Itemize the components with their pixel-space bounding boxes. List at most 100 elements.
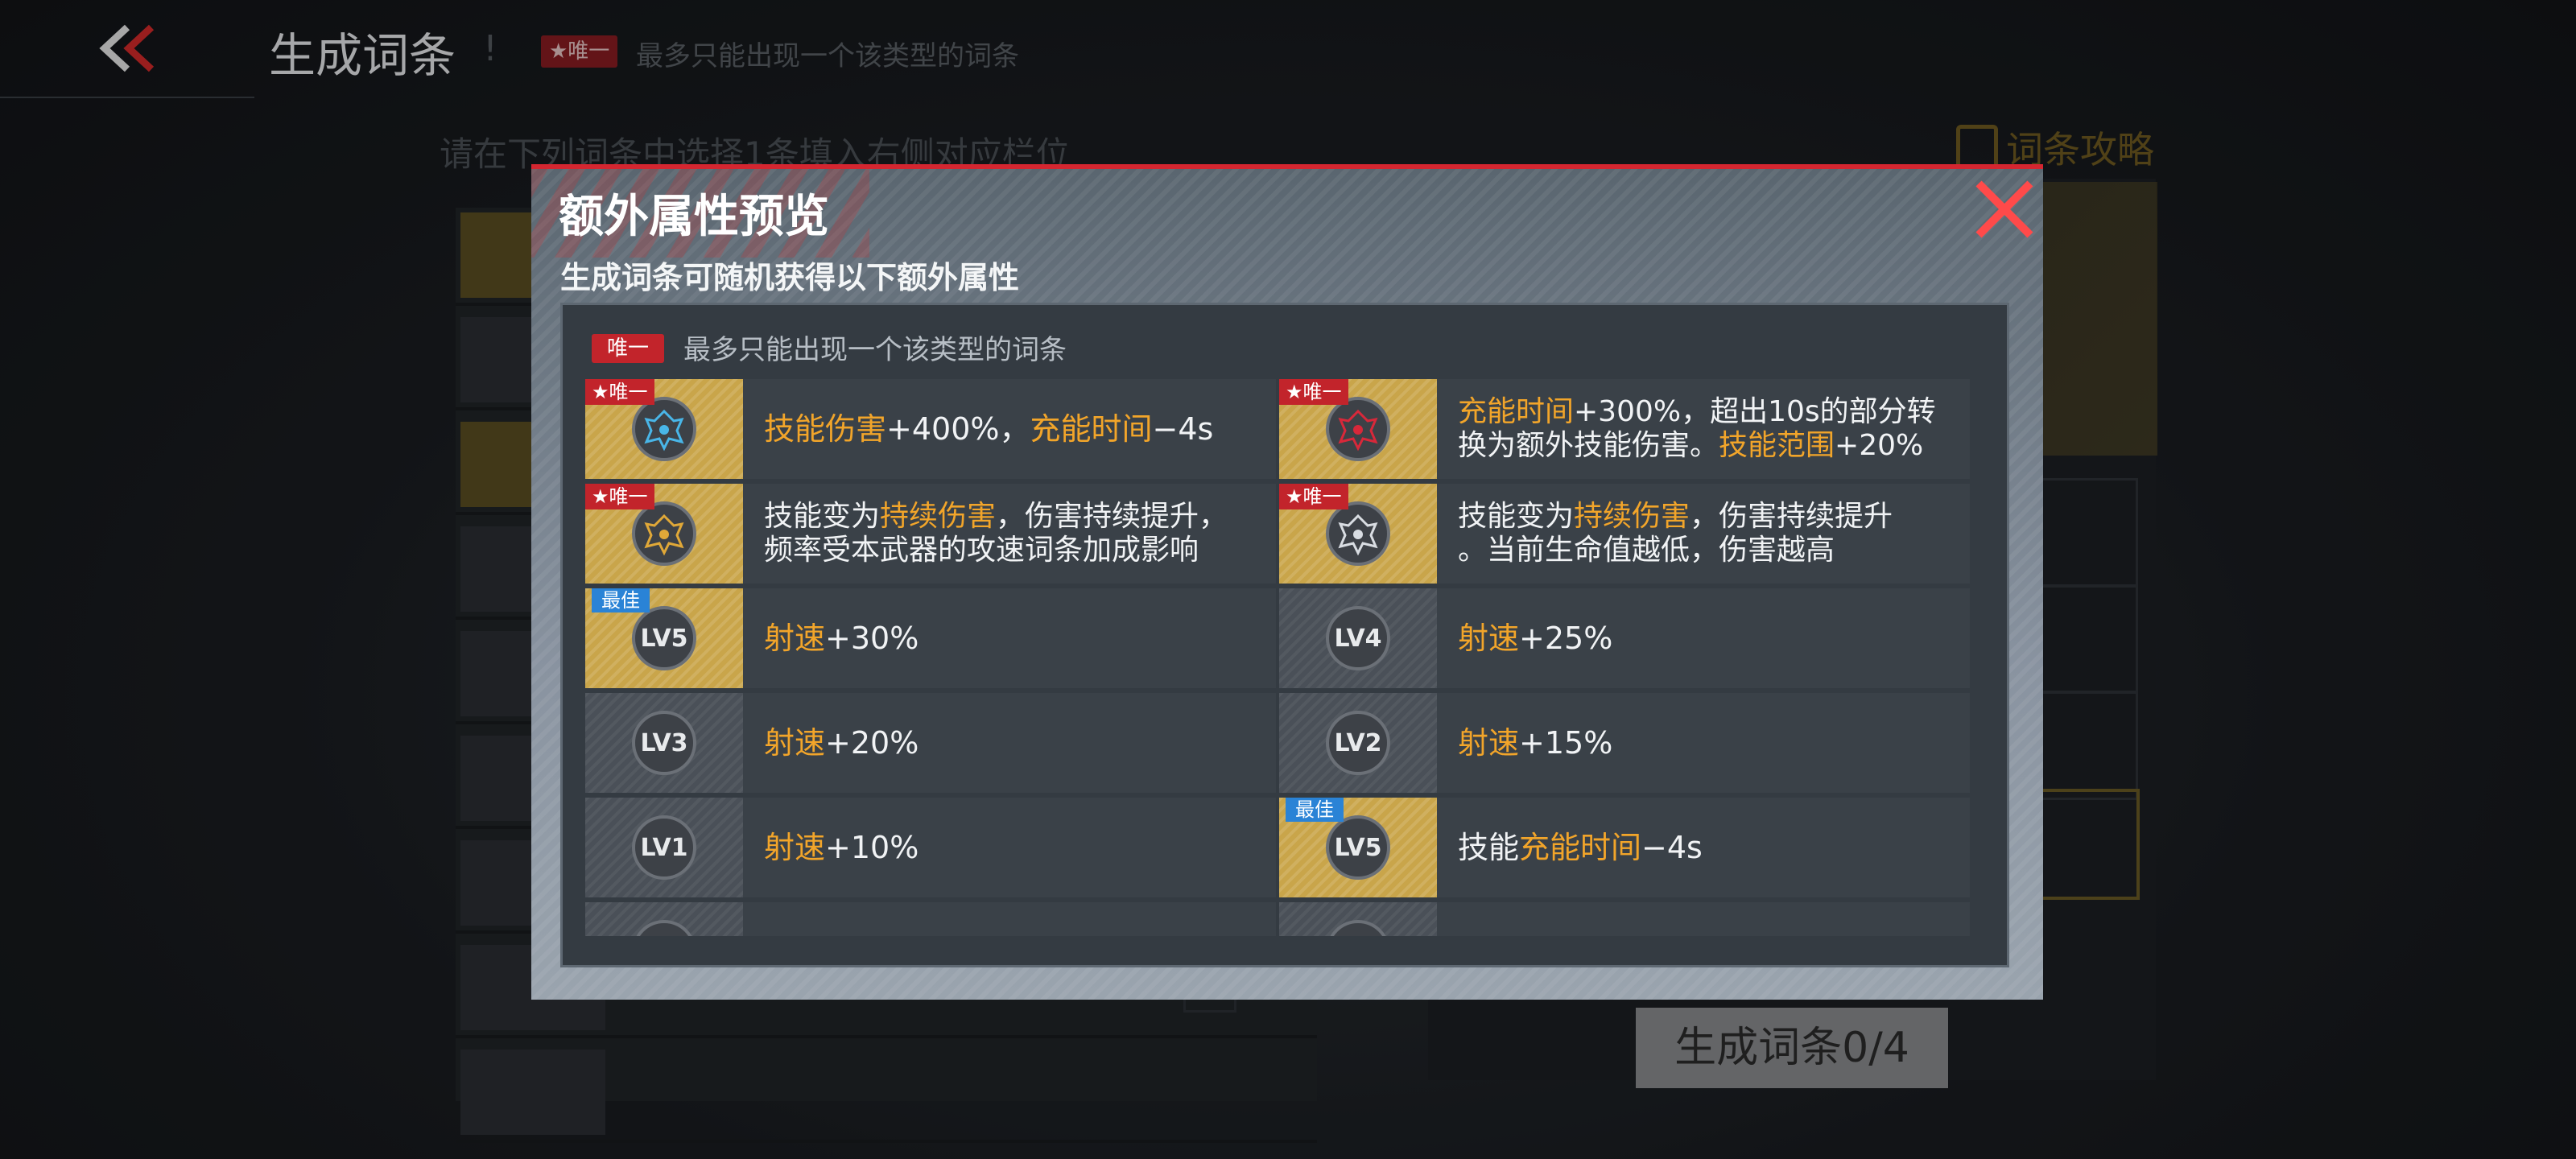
highlighted-term: 持续伤害 (880, 500, 997, 533)
attribute-cell[interactable]: LV3 射速+20% (585, 693, 1276, 793)
description-text: −4s (1641, 830, 1703, 865)
description-text: ，伤害持续提升 (1690, 500, 1893, 533)
attribute-icon-tile: LV1 (585, 798, 743, 897)
attribute-cell[interactable]: ★唯一 技能变为持续伤害，伤害持续提升 。当前生命值越低，伤害越高 (1279, 484, 1970, 584)
attribute-description: 技能伤害+400%，充能时间−4s (764, 379, 1263, 479)
unique-badge: ★唯一 (585, 484, 654, 509)
description-text: 技能 (764, 934, 825, 936)
level-label: LV1 (640, 833, 688, 862)
attributes-list-panel: 唯一 最多只能出现一个该类型的词条 ★唯一 技能伤害+400%，充能时间−4s ★唯… (560, 303, 2009, 967)
highlighted-term: 射速 (764, 621, 826, 656)
highlighted-term: 射速 (1458, 725, 1520, 761)
description-text: +300%，超出10s的部分转 (1574, 395, 1936, 428)
best-badge: 最佳 (592, 588, 650, 612)
description-line: 充能时间+300%，超出10s的部分转 (1458, 395, 1957, 429)
attribute-icon-tile: LV4 (585, 902, 743, 936)
description-text: +15% (1519, 725, 1613, 761)
attribute-description: 技能变为持续伤害，伤害持续提升， 频率受本武器的攻速词条加成影响 (764, 484, 1263, 584)
attribute-description: 射速+15% (1458, 693, 1957, 793)
spider-emblem-icon (1338, 514, 1378, 556)
description-line: 技能变为持续伤害，伤害持续提升， (764, 500, 1263, 534)
level-label: LV5 (1334, 833, 1382, 862)
level-icon: LV5 (632, 606, 696, 670)
best-badge: 最佳 (1286, 798, 1344, 822)
highlighted-term: 持续伤害 (1574, 500, 1690, 533)
highlighted-term: 充能时间 (1519, 934, 1641, 936)
description-text: −2s (1641, 934, 1703, 936)
description-line: 技能充能时间−2s (1458, 934, 1957, 936)
attribute-icon-tile: ★唯一 (1279, 379, 1437, 479)
description-text: +25% (1519, 621, 1613, 656)
attribute-description: 充能时间+300%，超出10s的部分转 换为额外技能伤害。技能范围+20% (1458, 379, 1957, 479)
description-line: 射速+25% (1458, 620, 1957, 657)
level-label: LV3 (640, 728, 688, 757)
highlighted-term: 充能时间 (1519, 830, 1642, 865)
attributes-grid[interactable]: ★唯一 技能伤害+400%，充能时间−4s ★唯一 充能时间+300%，超出10s的部… (585, 379, 1988, 936)
description-text: +10% (825, 830, 919, 865)
close-icon (1975, 180, 2033, 238)
attribute-cell[interactable]: LV5 最佳射速+30% (585, 588, 1276, 688)
attribute-cell[interactable]: LV2 射速+15% (1279, 693, 1970, 793)
attribute-cell[interactable]: ★唯一技能伤害+400%，充能时间−4s (585, 379, 1276, 479)
unique-badge: ★唯一 (1279, 379, 1348, 405)
description-text: +20% (825, 725, 919, 761)
description-text: +30% (825, 621, 919, 656)
attribute-description: 技能变为持续伤害，伤害持续提升 。当前生命值越低，伤害越高 (1458, 484, 1957, 584)
attribute-cell[interactable]: ★唯一 技能变为持续伤害，伤害持续提升， 频率受本武器的攻速词条加成影响 (585, 484, 1276, 584)
attribute-description: 技能充能时间−2s (1458, 902, 1957, 936)
description-text: −3s (947, 934, 1009, 936)
legend-text: 最多只能出现一个该类型的词条 (683, 334, 1067, 366)
attribute-description: 射速+10% (764, 798, 1263, 897)
red-sigil-icon (1338, 409, 1378, 452)
attribute-cell[interactable]: LV4 射速+25% (1279, 588, 1970, 688)
legend-unique-badge: 唯一 (592, 334, 664, 363)
attribute-icon-tile: LV3 (1279, 902, 1437, 936)
attribute-icon-tile: ★唯一 (1279, 484, 1437, 584)
description-line: 射速+15% (1458, 724, 1957, 761)
description-text: 技能变为 (764, 500, 881, 533)
attribute-cell[interactable]: LV3 技能充能时间−2s (1279, 902, 1970, 936)
attribute-description: 射速+30% (764, 588, 1263, 688)
attribute-icon-tile: LV4 (1279, 588, 1437, 688)
attribute-description: 技能充能时间−4s (1458, 798, 1957, 897)
highlighted-term: 射速 (764, 830, 826, 865)
level-icon: LV4 (632, 920, 696, 936)
attribute-description: 射速+25% (1458, 588, 1957, 688)
level-label: LV4 (1334, 624, 1382, 653)
unique-emblem-icon (1326, 501, 1390, 566)
description-line: 射速+20% (764, 724, 1263, 761)
attribute-icon-tile: LV3 (585, 693, 743, 793)
modal-subtitle: 生成词条可随机获得以下额外属性 (560, 260, 1020, 295)
description-text: 频率受本武器的攻速词条加成影响 (764, 534, 1199, 567)
mask-icon (644, 409, 684, 452)
attribute-cell[interactable]: ★唯一 充能时间+300%，超出10s的部分转 换为额外技能伤害。技能范围+20% (1279, 379, 1970, 479)
description-line: 射速+30% (764, 620, 1263, 657)
attribute-cell[interactable]: LV5 最佳 技能充能时间−4s (1279, 798, 1970, 897)
flame-emblem-icon (644, 514, 684, 556)
level-icon: LV3 (632, 711, 696, 775)
attribute-icon-tile: LV5 最佳 (585, 588, 743, 688)
unique-badge: ★唯一 (585, 379, 654, 405)
description-text: 技能 (1458, 934, 1519, 936)
extra-attributes-modal: 额外属性预览 生成词条可随机获得以下额外属性 唯一 最多只能出现一个该类型的词条… (531, 164, 2043, 1000)
attribute-cell[interactable]: LV4 技能充能时间−3s (585, 902, 1276, 936)
highlighted-term: 充能时间 (1030, 411, 1153, 447)
attribute-description: 技能充能时间−3s (764, 902, 1263, 936)
level-icon: LV1 (632, 815, 696, 880)
description-text: +400%， (886, 411, 1030, 447)
attribute-cell[interactable]: LV1 射速+10% (585, 798, 1276, 897)
attribute-icon-tile: LV5 最佳 (1279, 798, 1437, 897)
attribute-icon-tile: LV2 (1279, 693, 1437, 793)
attribute-description: 射速+20% (764, 693, 1263, 793)
description-text: 技能 (1458, 830, 1520, 865)
level-icon: LV4 (1326, 606, 1390, 670)
level-label: LV5 (640, 624, 688, 653)
highlighted-term: 射速 (764, 725, 826, 761)
level-icon: LV3 (1326, 920, 1390, 936)
highlighted-term: 技能伤害 (764, 411, 887, 447)
description-line: 技能伤害+400%，充能时间−4s (764, 410, 1263, 448)
description-text: ，伤害持续提升， (996, 500, 1228, 533)
highlighted-term: 充能时间 (825, 934, 947, 936)
close-button[interactable] (1971, 175, 2038, 243)
attribute-icon-tile: ★唯一 (585, 379, 743, 479)
